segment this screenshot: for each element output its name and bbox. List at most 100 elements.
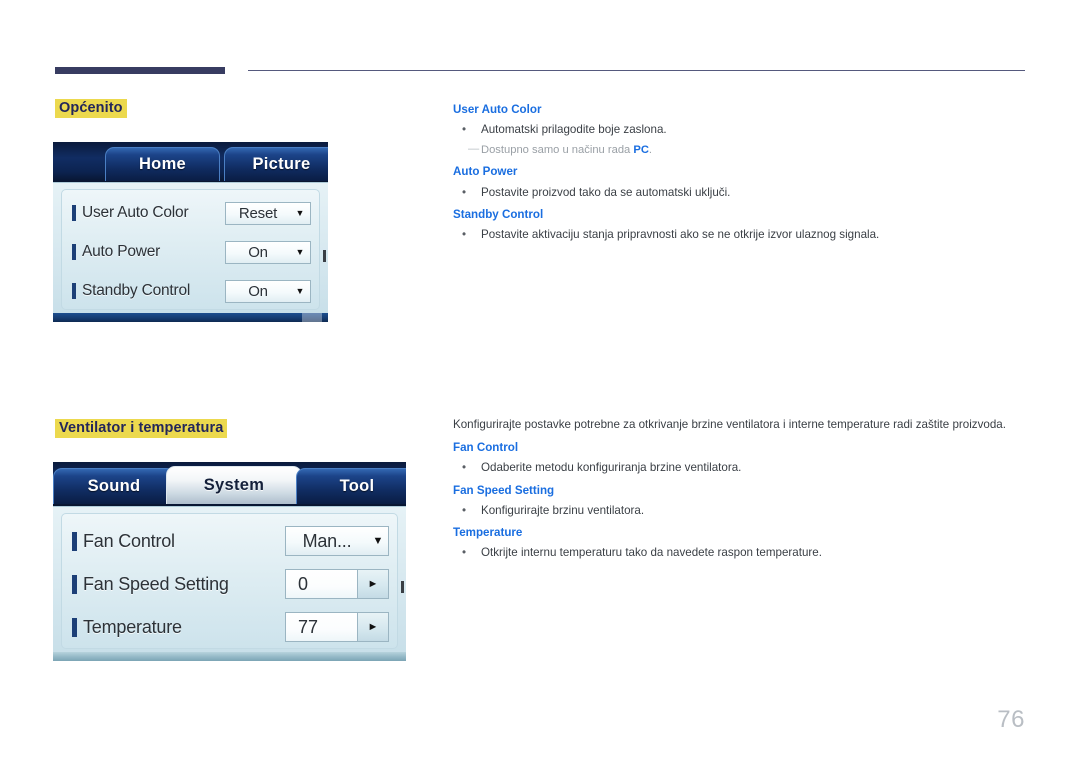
stepper-value: 77 xyxy=(286,613,357,641)
osd-tab-system[interactable]: System xyxy=(166,466,302,504)
row-marker-icon xyxy=(72,617,77,637)
chevron-down-icon: ▼ xyxy=(295,285,305,296)
osd-inner-general: User Auto Color Reset ▼ Auto Power On ▼ xyxy=(61,189,320,310)
desc-bullet-auto-power: • Postavite proizvod tako da se automats… xyxy=(453,184,1025,201)
osd-tabbar-system: Sound System Tool xyxy=(53,462,406,506)
desc-heading-user-auto-color: User Auto Color xyxy=(453,103,542,116)
osd-tab-sound[interactable]: Sound xyxy=(53,468,175,504)
osd-tab-tool[interactable]: Tool xyxy=(296,468,406,504)
desc-heading-fan-speed-setting: Fan Speed Setting xyxy=(453,483,555,497)
bullet-icon: • xyxy=(462,228,467,242)
dropdown-value: Man... xyxy=(302,530,352,551)
header-rule-thick xyxy=(55,67,225,74)
bullet-icon: • xyxy=(462,185,467,199)
dropdown-value: On xyxy=(248,243,268,261)
osd-tab-picture-label: Picture xyxy=(252,155,311,173)
chevron-down-icon: ▼ xyxy=(295,207,305,218)
osd-tab-picture[interactable]: Picture xyxy=(224,147,328,181)
desc-bullet-fan-speed-setting: • Konfigurirajte brzinu ventilatora. xyxy=(453,502,1025,519)
osd-row-control[interactable]: Man... ▼ xyxy=(285,526,389,556)
osd-tab-home[interactable]: Home xyxy=(105,147,220,181)
bullet-icon: • xyxy=(462,546,467,560)
stepper-value: 0 xyxy=(286,570,357,598)
bullet-icon: • xyxy=(462,461,467,475)
row-marker-icon xyxy=(72,283,76,299)
dropdown-user-auto-color[interactable]: Reset ▼ xyxy=(225,201,311,225)
desc-bullet-text: Automatski prilagodite boje zaslona. xyxy=(481,123,667,137)
osd-footer-system xyxy=(53,652,406,661)
osd-panel-general: Home Picture User Auto Color Reset ▼ Aut… xyxy=(53,142,328,322)
section-heading-general: Općenito xyxy=(55,99,127,118)
desc-note-suffix: . xyxy=(648,143,653,156)
osd-row-standby-control[interactable]: Standby Control On ▼ xyxy=(72,276,311,306)
osd-row-control[interactable]: On ▼ xyxy=(225,240,311,264)
osd-tab-system-label: System xyxy=(203,476,265,494)
desc-intro-text: Konfigurirajte postavke potrebne za otkr… xyxy=(453,418,1006,431)
chevron-down-icon: ▼ xyxy=(295,246,305,257)
osd-scroll-indicator[interactable] xyxy=(401,580,404,593)
desc-note-prefix: Dostupno samo u načinu rada xyxy=(481,143,634,156)
dropdown-standby-control[interactable]: On ▼ xyxy=(225,279,311,303)
bullet-icon: • xyxy=(462,123,467,137)
osd-inner-system: Fan Control Man... ▼ Fan Speed Setting 0… xyxy=(61,513,398,649)
desc-bullet-fan-control: • Odaberite metodu konfiguriranja brzine… xyxy=(453,459,1025,476)
row-marker-icon xyxy=(72,205,76,221)
osd-row-label: Temperature xyxy=(83,616,182,637)
osd-tabbar-general: Home Picture xyxy=(53,142,328,182)
osd-body-general: User Auto Color Reset ▼ Auto Power On ▼ xyxy=(53,182,328,322)
desc-bullet-text: Konfigurirajte brzinu ventilatora. xyxy=(481,503,645,517)
osd-row-label: Fan Control xyxy=(83,530,175,551)
osd-row-control[interactable]: 77 ► xyxy=(285,612,389,642)
desc-bullet-text: Postavite proizvod tako da se automatski… xyxy=(481,185,731,199)
dropdown-value: Reset xyxy=(238,204,278,222)
stepper-temperature[interactable]: 77 ► xyxy=(285,612,389,642)
osd-body-system: Fan Control Man... ▼ Fan Speed Setting 0… xyxy=(53,506,406,661)
chevron-right-icon[interactable]: ► xyxy=(357,613,388,641)
desc-heading-temperature: Temperature xyxy=(453,526,523,540)
description-general: User Auto Color • Automatski prilagodite… xyxy=(453,96,1025,247)
osd-row-control[interactable]: 0 ► xyxy=(285,569,389,599)
chevron-right-icon[interactable]: ► xyxy=(357,570,388,598)
row-marker-icon xyxy=(72,574,77,594)
osd-row-user-auto-color[interactable]: User Auto Color Reset ▼ xyxy=(72,198,311,228)
desc-bullet-text: Odaberite metodu konfiguriranja brzine v… xyxy=(481,461,742,475)
desc-heading-auto-power: Auto Power xyxy=(453,165,518,179)
dropdown-fan-control[interactable]: Man... ▼ xyxy=(285,526,389,556)
stepper-fan-speed-setting[interactable]: 0 ► xyxy=(285,569,389,599)
description-fan-temperature: Konfigurirajte postavke potrebne za otkr… xyxy=(453,416,1025,565)
osd-panel-system: Sound System Tool Fan Control Man... ▼ F… xyxy=(53,462,406,661)
desc-bullet-user-auto-color: • Automatski prilagodite boje zaslona. xyxy=(453,121,1025,138)
desc-bullet-text: Postavite aktivaciju stanja pripravnosti… xyxy=(481,228,880,242)
note-dash-icon: — xyxy=(468,142,480,155)
osd-row-label: Fan Speed Setting xyxy=(83,573,229,594)
dropdown-auto-power[interactable]: On ▼ xyxy=(225,240,311,264)
dropdown-value: On xyxy=(248,282,268,300)
osd-row-fan-speed-setting[interactable]: Fan Speed Setting 0 ► xyxy=(72,566,389,602)
bullet-icon: • xyxy=(462,503,467,517)
chevron-down-icon: ▼ xyxy=(372,534,384,547)
osd-row-control[interactable]: On ▼ xyxy=(225,279,311,303)
page-number: 76 xyxy=(997,706,1025,733)
desc-note-user-auto-color: — Dostupno samo u načinu rada PC. xyxy=(453,142,1025,159)
osd-row-label: User Auto Color xyxy=(82,204,189,221)
row-marker-icon xyxy=(72,531,77,551)
desc-bullet-standby-control: • Postavite aktivaciju stanja pripravnos… xyxy=(453,226,1025,243)
desc-bullet-text: Otkrijte internu temperaturu tako da nav… xyxy=(481,546,822,560)
row-marker-icon xyxy=(72,244,76,260)
desc-heading-fan-control: Fan Control xyxy=(453,440,519,454)
desc-heading-standby-control: Standby Control xyxy=(453,208,544,222)
osd-tab-sound-label: Sound xyxy=(87,477,141,495)
osd-tab-home-label: Home xyxy=(138,155,187,173)
osd-scroll-indicator[interactable] xyxy=(323,249,326,262)
osd-row-fan-control[interactable]: Fan Control Man... ▼ xyxy=(72,523,389,559)
osd-row-label: Auto Power xyxy=(82,243,161,260)
osd-footer-general xyxy=(53,313,328,322)
desc-bullet-temperature: • Otkrijte internu temperaturu tako da n… xyxy=(453,544,1025,561)
osd-row-temperature[interactable]: Temperature 77 ► xyxy=(72,609,389,645)
section-heading-fan-temperature: Ventilator i temperatura xyxy=(55,419,228,438)
osd-row-control[interactable]: Reset ▼ xyxy=(225,201,311,225)
osd-tab-tool-label: Tool xyxy=(339,477,375,495)
osd-row-label: Standby Control xyxy=(82,282,191,299)
desc-note-accent: PC xyxy=(633,143,649,156)
osd-row-auto-power[interactable]: Auto Power On ▼ xyxy=(72,237,311,267)
